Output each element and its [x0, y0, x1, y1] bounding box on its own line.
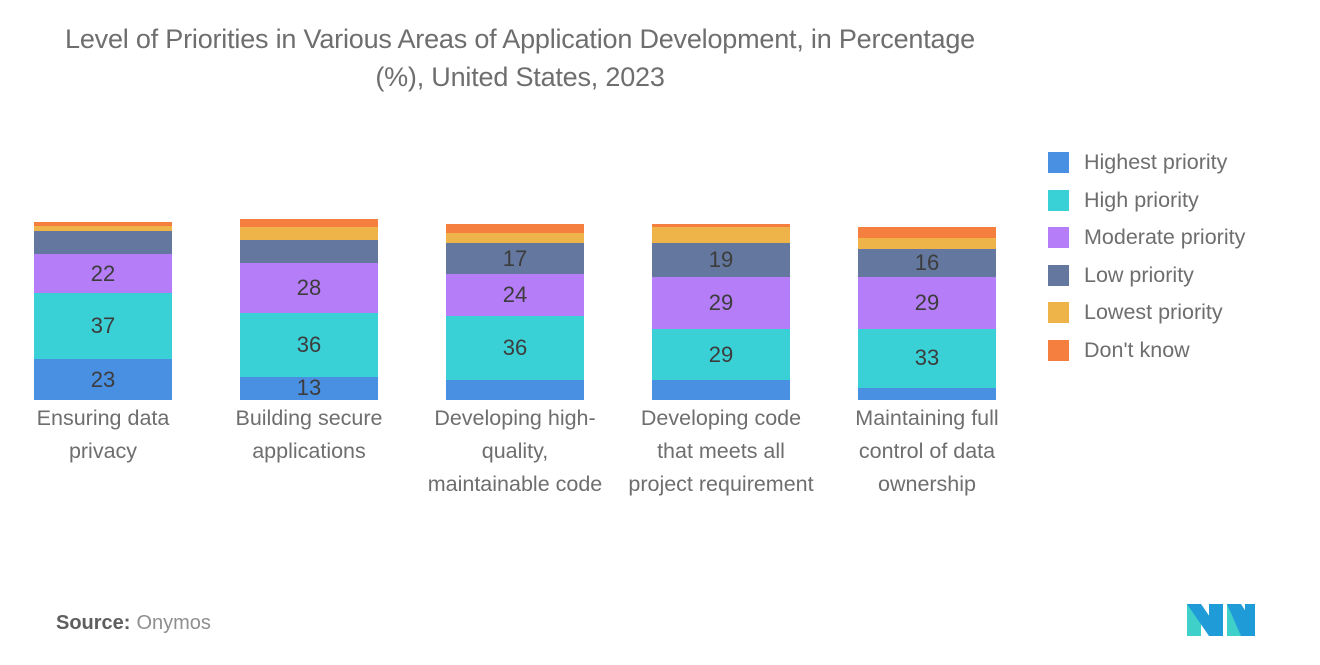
legend-color-swatch — [1048, 152, 1069, 174]
bar-segment[interactable]: 13 — [240, 376, 378, 400]
x-axis-label: Developing high-quality, maintainable co… — [427, 406, 603, 496]
bar-segment[interactable] — [652, 380, 790, 400]
bar-segment[interactable]: 29 — [652, 277, 790, 329]
bar-segment[interactable] — [34, 230, 172, 255]
source-value: Onymos — [136, 612, 211, 634]
bar-segment[interactable]: 28 — [240, 262, 378, 313]
stacked-bar[interactable]: 33 29 16 — [858, 227, 996, 400]
bar-segment[interactable]: 22 — [34, 254, 172, 294]
bar-segment[interactable] — [652, 227, 790, 244]
legend-item[interactable]: Highest priority — [1048, 144, 1313, 182]
legend-label: Don't know — [1084, 337, 1190, 362]
bar-segment[interactable]: 17 — [446, 243, 584, 274]
bar-segment-value: 23 — [90, 366, 116, 392]
bar-segment[interactable] — [446, 380, 584, 400]
source-label: Source: — [56, 612, 131, 634]
bar-segment[interactable]: 29 — [652, 328, 790, 381]
bar-segment[interactable]: 37 — [34, 293, 172, 360]
bar-segment[interactable] — [240, 239, 378, 263]
chart-plot-area: 23 37 22 13 36 28 36 24 17 29 29 19 33 29 16 — [0, 150, 1030, 400]
bar-group: 13 36 28 — [206, 150, 412, 400]
bar-segment[interactable]: 16 — [858, 248, 996, 278]
legend-label: Highest priority — [1084, 150, 1228, 174]
stacked-bar-series-container: 23 37 22 13 36 28 36 24 17 29 29 19 33 29 16 — [0, 150, 1030, 400]
legend-color-swatch — [1048, 264, 1069, 286]
bar-segment-value: 22 — [90, 260, 116, 286]
legend-color-swatch — [1048, 339, 1069, 361]
mordor-intelligence-logo — [1183, 598, 1257, 640]
legend-item[interactable]: High priority — [1048, 182, 1313, 220]
bar-segment[interactable]: 23 — [34, 359, 172, 400]
bar-segment-value: 36 — [296, 331, 322, 357]
bar-segment[interactable]: 36 — [240, 312, 378, 377]
bar-segment-value: 24 — [502, 281, 528, 307]
legend-color-swatch — [1048, 189, 1069, 211]
bar-group: 33 29 16 — [824, 150, 1030, 400]
bar-segment-value: 29 — [708, 341, 734, 367]
bar-segment-value: 16 — [914, 249, 940, 275]
bar-segment-value: 29 — [708, 290, 734, 315]
source-note: Source: Onymos — [56, 612, 211, 635]
bar-segment-value: 29 — [914, 290, 940, 315]
x-axis-label: Building secure applications — [235, 406, 383, 463]
x-axis-category-labels: Ensuring data privacy Building secure app… — [0, 402, 1030, 552]
stacked-bar[interactable]: 36 24 17 — [446, 223, 584, 400]
bar-segment[interactable] — [858, 238, 996, 249]
bar-segment-value: 17 — [502, 245, 528, 271]
legend-label: Moderate priority — [1084, 225, 1246, 249]
x-axis-label: Maintaining full control of data ownersh… — [855, 406, 999, 496]
stacked-bar[interactable]: 23 37 22 — [34, 222, 172, 400]
legend-item[interactable]: Lowest priority — [1048, 294, 1313, 332]
bar-group: 29 29 19 — [618, 150, 824, 400]
legend-color-swatch — [1048, 227, 1069, 249]
bar-segment[interactable] — [240, 218, 378, 228]
bar-segment-value: 33 — [914, 345, 940, 371]
x-axis-label: Developing code that meets all project r… — [628, 406, 814, 496]
bar-segment[interactable] — [446, 232, 584, 244]
legend-color-swatch — [1048, 302, 1069, 324]
bar-segment-value: 28 — [296, 274, 322, 300]
chart-legend: Highest priority High priority Moderate pr… — [1048, 144, 1313, 369]
bar-segment[interactable]: 24 — [446, 273, 584, 317]
page-title: Level of Priorities in Various Areas of … — [65, 24, 975, 92]
bar-segment[interactable]: 36 — [446, 316, 584, 381]
bar-segment-value: 36 — [502, 335, 528, 361]
bar-segment-value: 13 — [296, 376, 322, 400]
legend-item[interactable]: Moderate priority — [1048, 219, 1313, 257]
bar-segment[interactable]: 33 — [858, 328, 996, 388]
bar-segment-value: 37 — [90, 313, 116, 339]
legend-item[interactable]: Don't know — [1048, 332, 1313, 370]
bar-segment[interactable]: 29 — [858, 277, 996, 329]
x-axis-label: Ensuring data privacy — [36, 406, 170, 463]
legend-item[interactable]: Low priority — [1048, 257, 1313, 295]
bar-group: 23 37 22 — [0, 150, 206, 400]
bar-segment[interactable]: 19 — [652, 243, 790, 278]
stacked-bar[interactable]: 13 36 28 — [240, 218, 378, 400]
bar-segment[interactable] — [858, 227, 996, 239]
legend-label: High priority — [1084, 187, 1199, 212]
bar-segment-value: 19 — [708, 247, 734, 273]
bar-group: 36 24 17 — [412, 150, 618, 400]
legend-label: Low priority — [1084, 262, 1194, 287]
bar-segment[interactable] — [858, 387, 996, 400]
stacked-bar[interactable]: 29 29 19 — [652, 223, 790, 400]
bar-segment[interactable] — [240, 227, 378, 240]
legend-label: Lowest priority — [1084, 300, 1223, 324]
bar-segment[interactable] — [446, 223, 584, 233]
